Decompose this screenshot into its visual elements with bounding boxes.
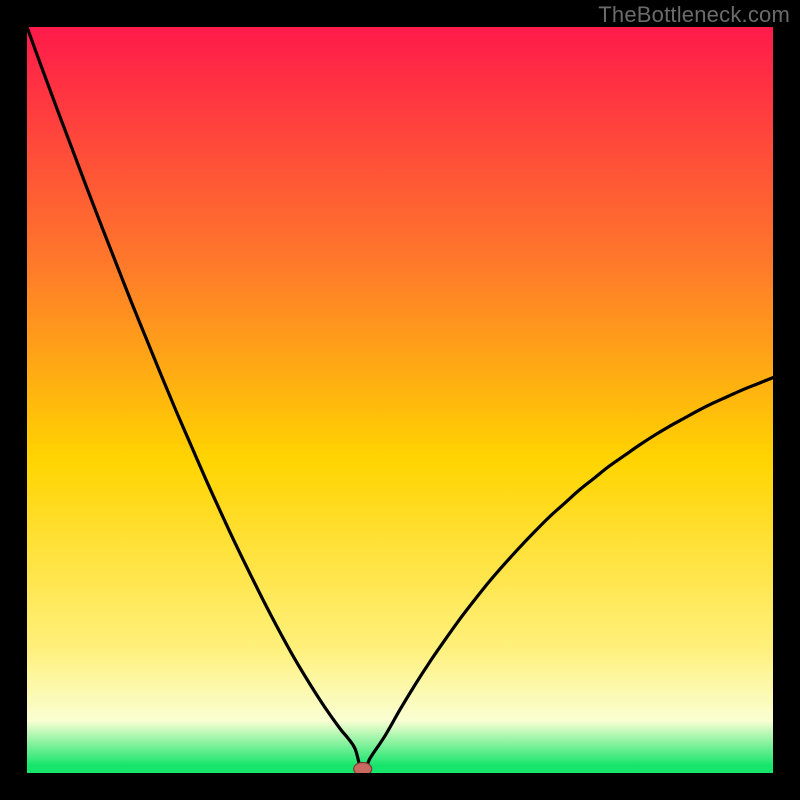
plot-area	[27, 27, 773, 773]
minimum-marker	[354, 763, 372, 774]
chart-frame: TheBottleneck.com	[0, 0, 800, 800]
gradient-background	[27, 27, 773, 773]
plot-svg	[27, 27, 773, 773]
watermark-text: TheBottleneck.com	[598, 2, 790, 28]
